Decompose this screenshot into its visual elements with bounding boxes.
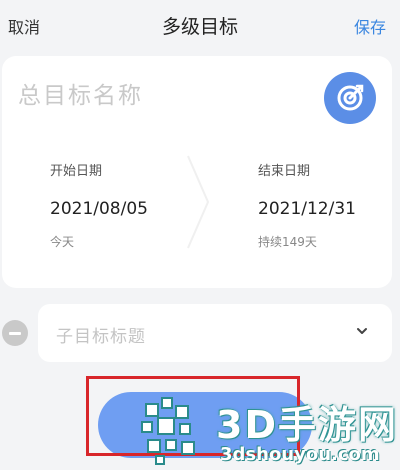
chevron-down-icon[interactable]: [356, 326, 368, 336]
chevron-right-icon: [187, 155, 210, 249]
end-date-picker[interactable]: 结束日期 2021/12/31 持续149天: [258, 160, 356, 250]
goal-card: 总目标名称 开始日期 2021/08/05 今天 结束日期 2021/12/31…: [2, 56, 392, 288]
page-title: 多级目标: [161, 16, 238, 38]
subgoal-title-input[interactable]: 子目标标题: [38, 304, 392, 362]
duration-note: 持续149天: [258, 235, 317, 249]
goal-name-input[interactable]: 总目标名称: [18, 76, 143, 110]
watermark: 3D手游网 3dshouyou.com: [140, 392, 400, 470]
end-date-value: 2021/12/31: [258, 199, 356, 219]
start-date-note: 今天: [50, 235, 75, 249]
end-date-label: 结束日期: [258, 164, 311, 179]
minus-icon: [9, 331, 21, 335]
watermark-brand: 3D手游网: [216, 403, 398, 447]
start-date-picker[interactable]: 开始日期 2021/08/05 今天: [50, 160, 148, 250]
save-button[interactable]: 保存: [354, 14, 386, 38]
top-nav-bar: 取消 多级目标 保存: [0, 0, 400, 50]
watermark-logo-icon: [141, 397, 195, 465]
target-icon: [337, 84, 364, 111]
start-date-value: 2021/08/05: [50, 199, 148, 219]
watermark-domain: 3dshouyou.com: [220, 444, 380, 465]
remove-subgoal-button[interactable]: [2, 320, 28, 346]
target-button[interactable]: [324, 72, 376, 124]
start-date-label: 开始日期: [50, 164, 103, 179]
subgoal-placeholder: 子目标标题: [56, 327, 146, 347]
